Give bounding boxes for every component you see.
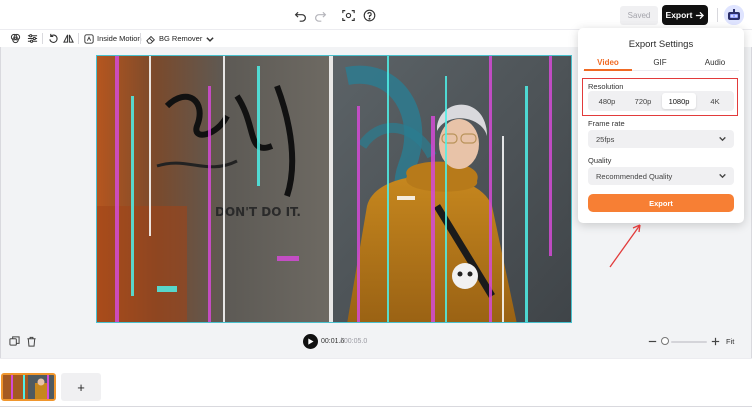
quality-value: Recommended Quality [596,171,673,181]
zoom-slider[interactable] [671,341,707,343]
video-preview-image: DON'T DO IT. [97,56,571,322]
play-button[interactable] [303,334,318,349]
fit-button[interactable]: Fit [726,337,734,346]
inside-motion-label: Inside Motion [97,34,142,43]
export-settings-panel: Export Settings Video GIF Audio Resoluti… [578,28,744,223]
adjust-icon[interactable] [26,32,39,45]
export-confirm-button[interactable]: Export [588,194,734,212]
zoom-in-icon[interactable] [710,336,721,347]
add-clip-button[interactable]: + [61,373,101,401]
total-duration: / 00:05.0 [340,338,368,345]
export-confirm-label: Export [649,198,673,208]
chevron-down-icon [718,134,727,143]
graffiti-text: DON'T DO IT. [215,205,301,219]
zoom-out-icon[interactable] [647,336,658,347]
screenshot-icon[interactable] [340,7,356,23]
annotation-arrow [609,224,641,268]
toolbar-divider [78,33,79,44]
eraser-icon [146,34,156,44]
inside-motion-button[interactable]: Inside Motion [84,32,142,45]
bg-remover-label: BG Remover [159,34,203,43]
export-button[interactable]: Export [662,5,708,25]
saved-label: Saved [627,11,651,20]
chevron-down-icon [718,171,727,180]
duplicate-icon[interactable] [9,336,20,347]
chevron-down-icon [205,34,215,44]
timeline-clip[interactable] [1,373,56,401]
zoom-slider-handle[interactable] [661,337,669,345]
add-clip-label: + [77,379,85,395]
tab-video[interactable]: Video [588,58,628,67]
resolution-highlight-box [582,78,738,116]
playback-bar: 00:01.6 / 00:05.0 Fit [0,333,752,351]
active-tab-indicator [584,69,632,71]
clip-thumbnail [3,375,54,399]
quality-label: Quality [588,156,612,165]
tab-gif[interactable]: GIF [640,58,680,67]
trash-icon[interactable] [26,336,37,347]
video-canvas[interactable]: DON'T DO IT. [96,55,572,323]
quality-select[interactable]: Recommended Quality [588,167,734,185]
help-icon[interactable] [361,7,377,23]
avatar[interactable] [724,5,744,25]
topbar-divider [717,8,718,22]
top-bar: Saved Export [0,0,752,30]
motion-icon [84,33,94,44]
saved-button[interactable]: Saved [620,6,658,25]
rotate-icon[interactable] [47,32,60,45]
filter-icon[interactable] [9,32,22,45]
redo-icon[interactable] [312,7,328,23]
frame-rate-label: Frame rate [588,119,625,128]
play-icon [308,338,314,345]
export-settings-title: Export Settings [628,39,694,50]
bg-remover-button[interactable]: BG Remover [146,32,215,45]
frame-rate-select[interactable]: 25fps [588,130,734,148]
toolbar-divider [140,33,141,44]
timeline: + [0,358,752,406]
arrow-right-icon [695,11,705,20]
frame-rate-value: 25fps [596,134,615,144]
toolbar-divider [42,33,43,44]
undo-icon[interactable] [292,7,308,23]
flip-icon[interactable] [62,32,75,45]
export-label: Export [665,10,693,20]
tab-audio[interactable]: Audio [695,58,735,67]
